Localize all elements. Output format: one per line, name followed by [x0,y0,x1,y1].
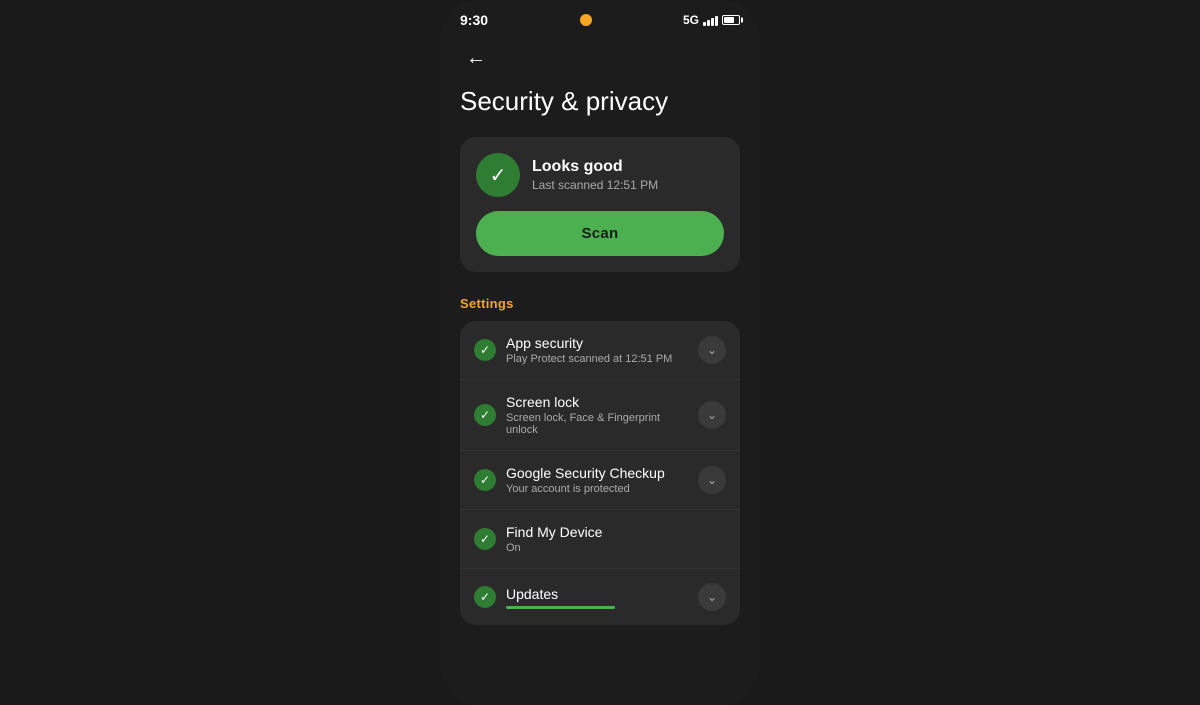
item-subtitle-app-security: Play Protect scanned at 12:51 PM [506,353,688,365]
settings-item-screen-lock[interactable]: ✓ Screen lock Screen lock, Face & Finger… [460,380,740,451]
item-title-security-checkup: Google Security Checkup [506,465,688,481]
status-card: ✓ Looks good Last scanned 12:51 PM Scan [460,137,740,272]
check-icon: ✓ [490,163,507,188]
page-title: Security & privacy [460,86,740,117]
phone-frame: 9:30 5G ← Security & privacy ✓ [440,0,760,705]
back-nav: ← [440,34,760,78]
item-subtitle-security-checkup: Your account is protected [506,483,688,495]
status-bar: 9:30 5G [440,0,760,34]
item-title-find-my-device: Find My Device [506,524,726,540]
settings-item-app-security[interactable]: ✓ App security Play Protect scanned at 1… [460,321,740,380]
item-subtitle-find-my-device: On [506,542,726,554]
item-title-updates: Updates [506,586,688,602]
check-icon-screen-lock: ✓ [474,404,496,426]
status-indicators: 5G [683,13,740,27]
signal-icon [703,14,718,26]
status-main-text: Looks good [532,158,658,176]
chevron-icon-security-checkup: ⌄ [698,466,726,494]
updates-progress-bar [506,606,615,609]
settings-item-find-my-device[interactable]: ✓ Find My Device On [460,510,740,569]
item-text-find-my-device: Find My Device On [506,524,726,554]
check-icon-find-my-device: ✓ [474,528,496,550]
chevron-icon-app-security: ⌄ [698,336,726,364]
item-text-screen-lock: Screen lock Screen lock, Face & Fingerpr… [506,394,688,436]
item-title-screen-lock: Screen lock [506,394,688,410]
chevron-icon-updates: ⌄ [698,583,726,611]
settings-item-security-checkup[interactable]: ✓ Google Security Checkup Your account i… [460,451,740,510]
battery-icon [722,15,740,25]
shield-icon: ✓ [476,153,520,197]
camera-indicator [580,14,592,26]
scan-button[interactable]: Scan [476,211,724,256]
settings-list: ✓ App security Play Protect scanned at 1… [460,321,740,625]
settings-label: Settings [460,296,740,311]
item-text-app-security: App security Play Protect scanned at 12:… [506,335,688,365]
chevron-icon-screen-lock: ⌄ [698,401,726,429]
status-row: ✓ Looks good Last scanned 12:51 PM [476,153,724,197]
settings-item-updates[interactable]: ✓ Updates ⌄ [460,569,740,625]
network-label: 5G [683,13,699,27]
status-time: 9:30 [460,12,488,28]
item-subtitle-screen-lock: Screen lock, Face & Fingerprint unlock [506,412,688,436]
back-button[interactable]: ← [460,42,492,74]
item-text-security-checkup: Google Security Checkup Your account is … [506,465,688,495]
item-title-app-security: App security [506,335,688,351]
check-icon-security-checkup: ✓ [474,469,496,491]
status-sub-text: Last scanned 12:51 PM [532,178,658,192]
status-text-group: Looks good Last scanned 12:51 PM [532,158,658,192]
check-icon-app-security: ✓ [474,339,496,361]
item-text-updates: Updates [506,586,688,609]
check-icon-updates: ✓ [474,586,496,608]
scroll-content: Security & privacy ✓ Looks good Last sca… [440,78,760,705]
